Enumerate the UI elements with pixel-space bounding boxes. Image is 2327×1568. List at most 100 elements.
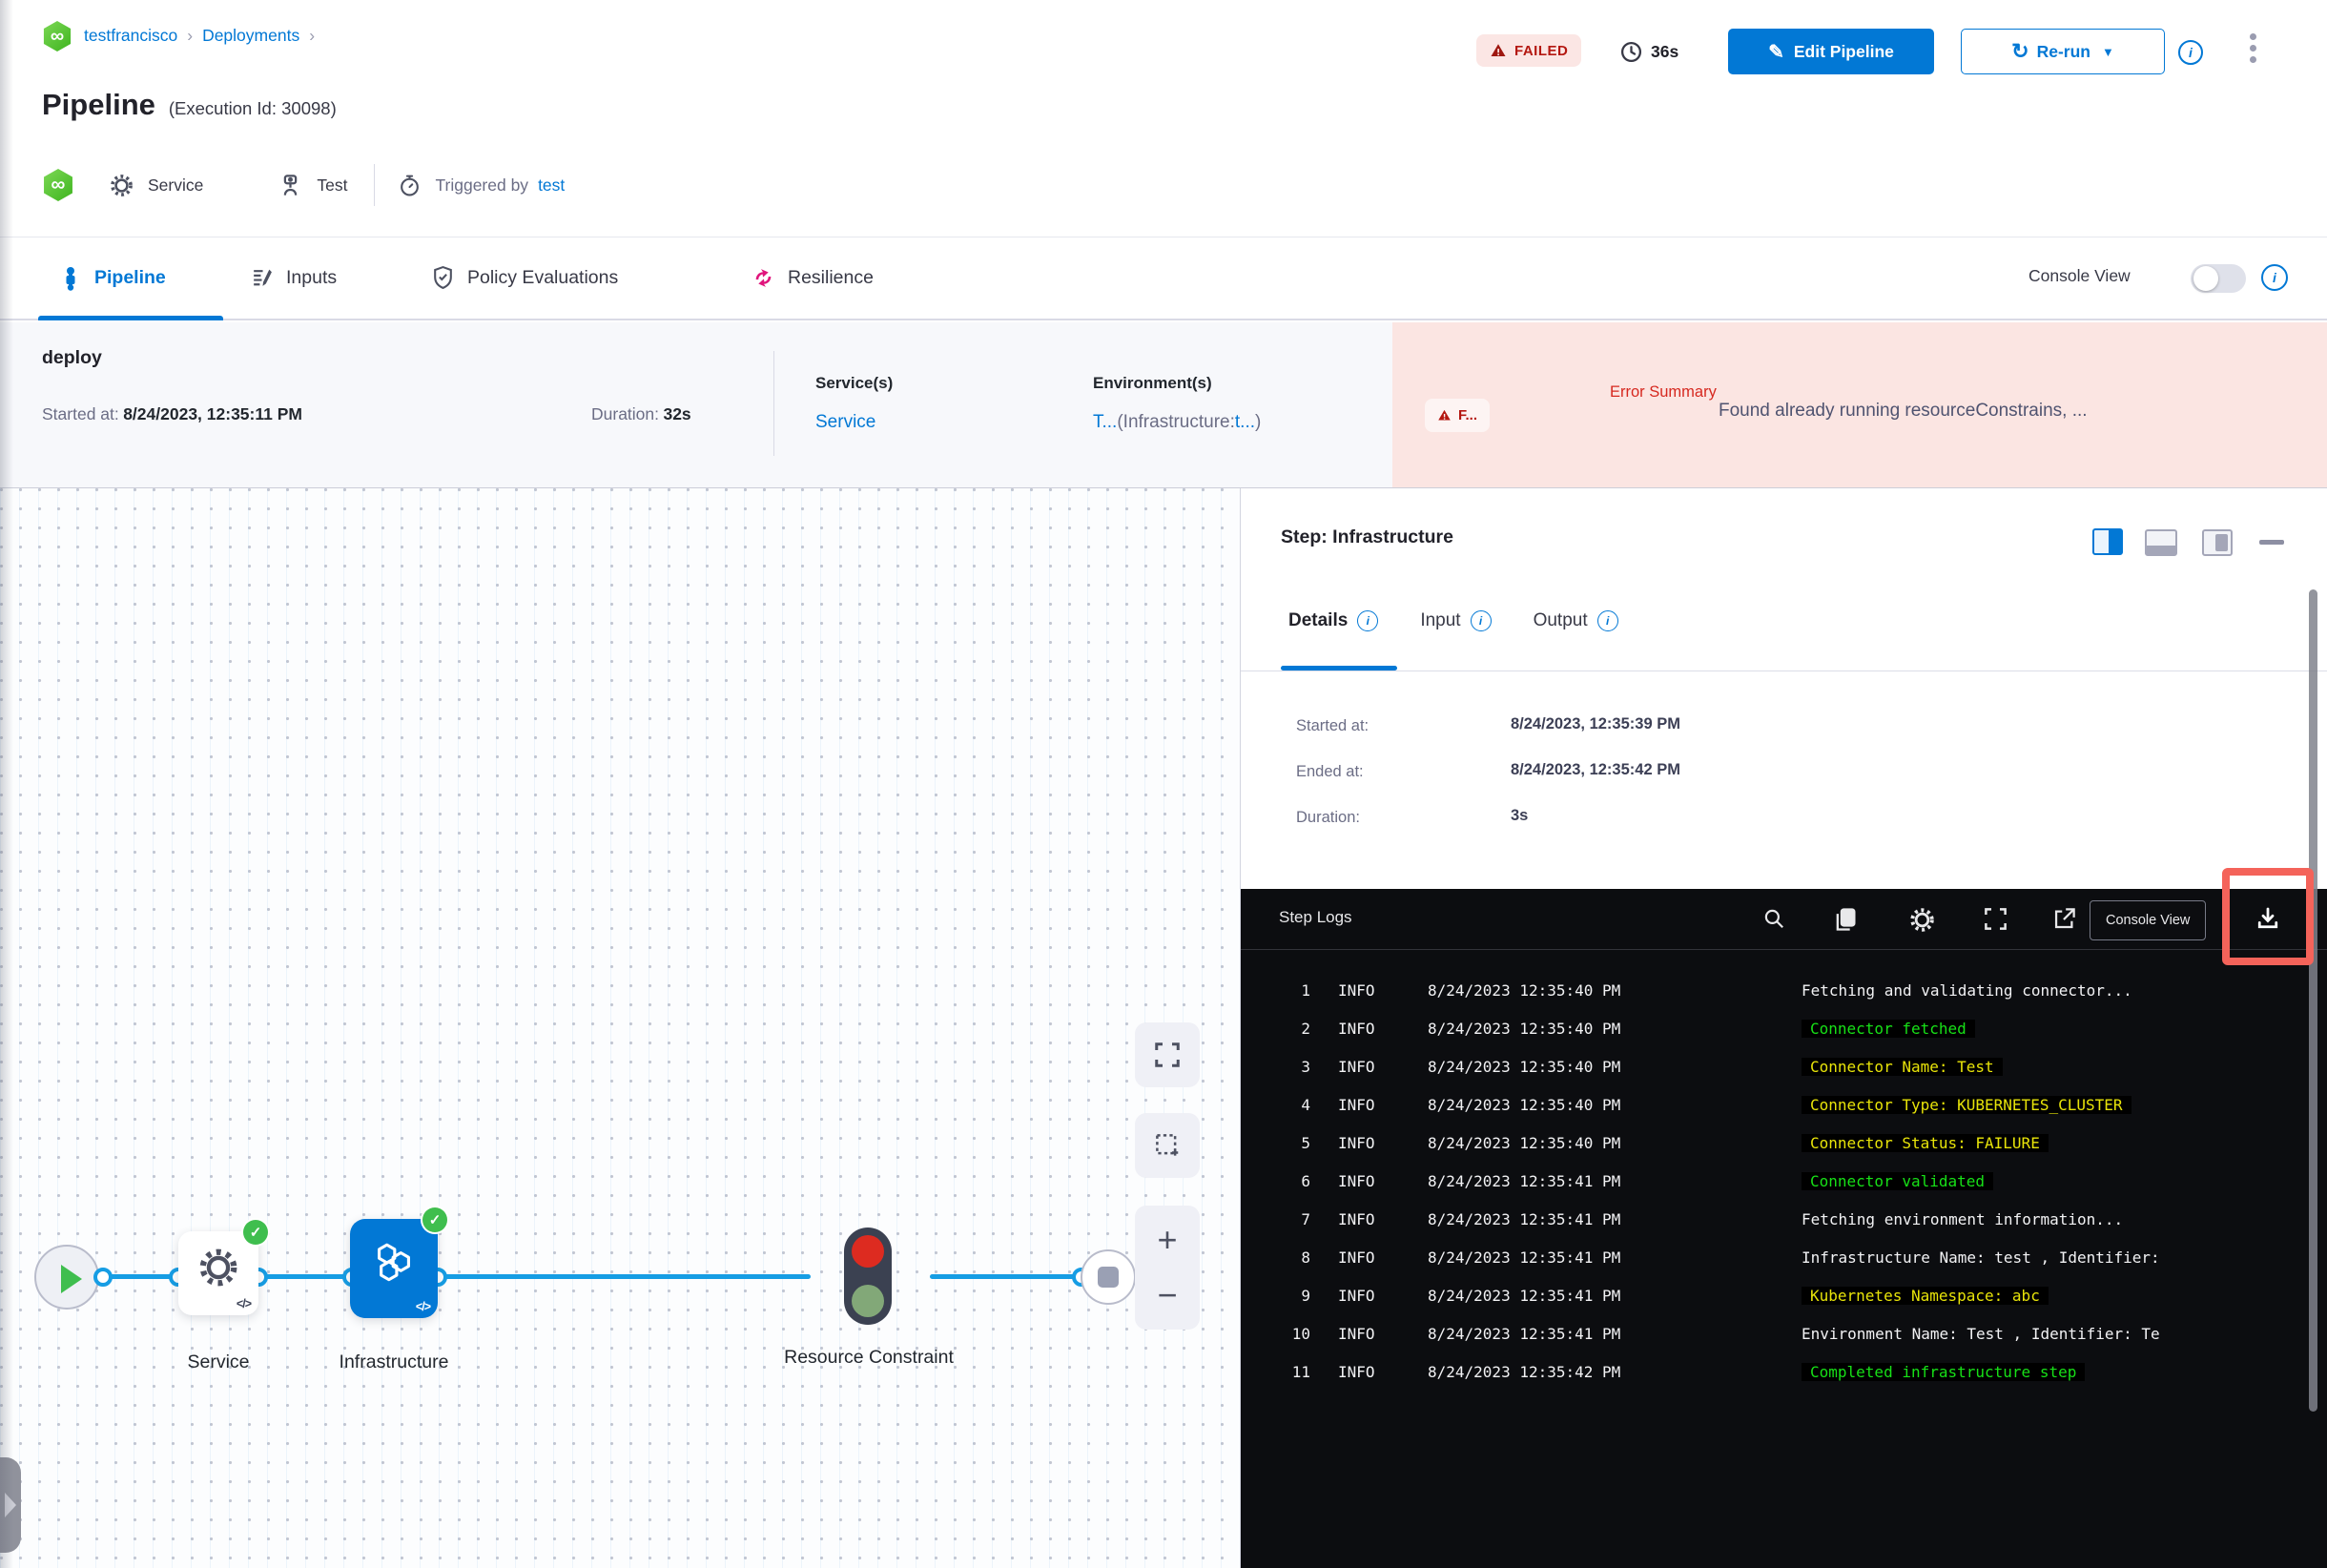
tab-resilience[interactable]: Resilience <box>752 237 874 319</box>
tab-details-label: Details <box>1288 610 1349 630</box>
marquee-select-icon <box>1153 1131 1182 1160</box>
detail-started-label: Started at: <box>1296 717 1369 734</box>
log-message-text: Connector Name: Test <box>1802 1057 2003 1076</box>
log-line-number: 7 <box>1301 1209 1310 1228</box>
trigger-user-link[interactable]: test <box>538 175 565 196</box>
layout-floating-icon[interactable] <box>2202 529 2233 556</box>
edit-pipeline-button[interactable]: ✎ Edit Pipeline <box>1728 29 1934 74</box>
service-link[interactable]: Service <box>815 412 875 433</box>
tab-inputs[interactable]: Inputs <box>250 237 337 319</box>
chevron-right-icon <box>5 1493 16 1517</box>
open-in-new-icon[interactable] <box>2051 906 2078 933</box>
end-node[interactable] <box>1081 1249 1136 1305</box>
chevron-down-icon: ▼ <box>2101 44 2114 59</box>
gear-icon[interactable] <box>1908 906 1935 933</box>
service-step-node[interactable]: </> ✓ <box>178 1220 268 1315</box>
info-icon[interactable]: i <box>1596 610 1618 631</box>
execution-tabbar: Pipeline Inputs Policy Evaluations Resil… <box>0 237 2327 320</box>
play-icon <box>61 1265 82 1293</box>
status-badge-label: FAILED <box>1514 42 1569 59</box>
tab-pipeline[interactable]: Pipeline <box>38 237 223 320</box>
edit-pipeline-label: Edit Pipeline <box>1793 41 1894 61</box>
info-icon[interactable]: i <box>2178 40 2203 65</box>
layout-split-right-icon[interactable] <box>2092 528 2123 555</box>
console-view-toggle[interactable] <box>2191 264 2246 293</box>
harness-cd-icon: ∞ <box>42 169 74 201</box>
traffic-light-green <box>852 1285 884 1317</box>
log-level: INFO <box>1338 1171 1375 1190</box>
more-options-menu[interactable] <box>2243 29 2262 68</box>
breadcrumb-deployments-link[interactable]: Deployments <box>202 26 299 46</box>
tab-output[interactable]: Output i <box>1534 610 1618 631</box>
log-timestamp: 8/24/2023 12:35:40 PM <box>1428 1057 1621 1076</box>
log-line-number: 2 <box>1301 1019 1310 1038</box>
pipeline-graph-canvas[interactable]: </> ✓ Service </> ✓ Infrastructure Resou… <box>0 488 1240 1568</box>
execution-id: (Execution Id: 30098) <box>168 98 337 118</box>
copy-icon[interactable] <box>1832 906 1859 933</box>
log-message-text: Connector Status: FAILURE <box>1802 1133 2049 1152</box>
tab-pipeline-label: Pipeline <box>94 267 166 288</box>
tab-input[interactable]: Input i <box>1420 610 1492 631</box>
console-view-label: Console View <box>2028 266 2131 285</box>
log-message-text: Fetching environment information... <box>1802 1209 2124 1228</box>
harness-cd-icon: ∞ <box>42 21 72 52</box>
log-timestamp: 8/24/2023 12:35:42 PM <box>1428 1362 1621 1381</box>
duration-label: Duration: <box>591 404 660 423</box>
log-timestamp: 8/24/2023 12:35:41 PM <box>1428 1248 1621 1267</box>
log-message-text: Connector fetched <box>1802 1019 1975 1038</box>
canvas-select-button[interactable] <box>1135 1113 1200 1178</box>
service-node-label: Service <box>187 1351 250 1372</box>
log-row: 9 INFO 8/24/2023 12:35:41 PM Kubernetes Nam… <box>1279 1276 2327 1314</box>
gear-icon <box>196 1246 240 1289</box>
elapsed-time-value: 36s <box>1651 42 1679 61</box>
start-node[interactable] <box>34 1245 99 1310</box>
log-message-text: Kubernetes Namespace: abc <box>1802 1286 2049 1305</box>
log-level: INFO <box>1338 980 1375 1000</box>
log-message-text: Environment Name: Test , Identifier: Te <box>1802 1324 2160 1343</box>
stage-name[interactable]: deploy <box>42 347 102 369</box>
test-meta-label[interactable]: Test <box>317 175 347 196</box>
tab-inputs-label: Inputs <box>286 267 338 288</box>
tab-policy-evaluations-label: Policy Evaluations <box>467 267 619 288</box>
log-level: INFO <box>1338 1133 1375 1152</box>
zoom-in-button[interactable]: + <box>1135 1223 1200 1257</box>
resilience-icon <box>752 266 775 290</box>
info-icon[interactable]: i <box>1470 610 1492 631</box>
panel-scrollbar[interactable] <box>2309 589 2317 1412</box>
infrastructure-step-node[interactable]: </> ✓ <box>350 1207 447 1318</box>
infrastructure-link[interactable]: t... <box>1235 412 1255 432</box>
log-line-number: 8 <box>1301 1248 1310 1267</box>
tab-policy-evaluations[interactable]: Policy Evaluations <box>431 237 618 319</box>
breadcrumb-project-link[interactable]: testfrancisco <box>84 26 177 46</box>
success-check-badge: ✓ <box>243 1220 268 1245</box>
service-meta-label[interactable]: Service <box>148 175 203 196</box>
console-view-button[interactable]: Console View <box>2090 900 2207 940</box>
log-message-text: Completed infrastructure step <box>1802 1362 2086 1381</box>
error-summary-zone: F... Error Summary Found already running… <box>1392 322 2327 487</box>
fullscreen-icon[interactable] <box>1983 906 2009 933</box>
rerun-button[interactable]: ↻ Re-run ▼ <box>1961 29 2165 74</box>
title-row: Pipeline (Execution Id: 30098) <box>42 88 337 122</box>
canvas-fullscreen-button[interactable] <box>1135 1022 1200 1087</box>
log-message-text: Connector Type: KUBERNETES_CLUSTER <box>1802 1095 2131 1114</box>
environment-link[interactable]: T... <box>1093 412 1117 432</box>
resource-constraint-step-node[interactable] <box>844 1228 892 1325</box>
resource-constraint-node-label: Resource Constraint <box>784 1347 954 1368</box>
download-logs-icon[interactable] <box>2254 904 2280 931</box>
search-icon[interactable] <box>1761 906 1788 933</box>
expand-panel-handle[interactable] <box>0 1457 21 1553</box>
log-row: 7 INFO 8/24/2023 12:35:41 PM Fetching envir… <box>1279 1200 2327 1238</box>
tab-details[interactable]: Details i <box>1288 610 1379 631</box>
log-row: 6 INFO 8/24/2023 12:35:41 PM Connector vali… <box>1279 1162 2327 1200</box>
graph-edge <box>438 1274 811 1279</box>
layout-bottom-icon[interactable] <box>2145 529 2177 556</box>
inputs-icon <box>250 266 274 290</box>
log-message: Fetching and validating connector... <box>1802 981 2327 1000</box>
zoom-out-button[interactable]: − <box>1135 1278 1200 1312</box>
info-icon[interactable]: i <box>1357 610 1379 631</box>
minimize-panel-icon[interactable] <box>2259 540 2284 545</box>
rerun-label: Re-run <box>2036 41 2090 61</box>
zoom-controls: + − <box>1135 1206 1200 1330</box>
graph-edge <box>103 1274 178 1279</box>
console-view-info-icon[interactable]: i <box>2261 264 2288 291</box>
